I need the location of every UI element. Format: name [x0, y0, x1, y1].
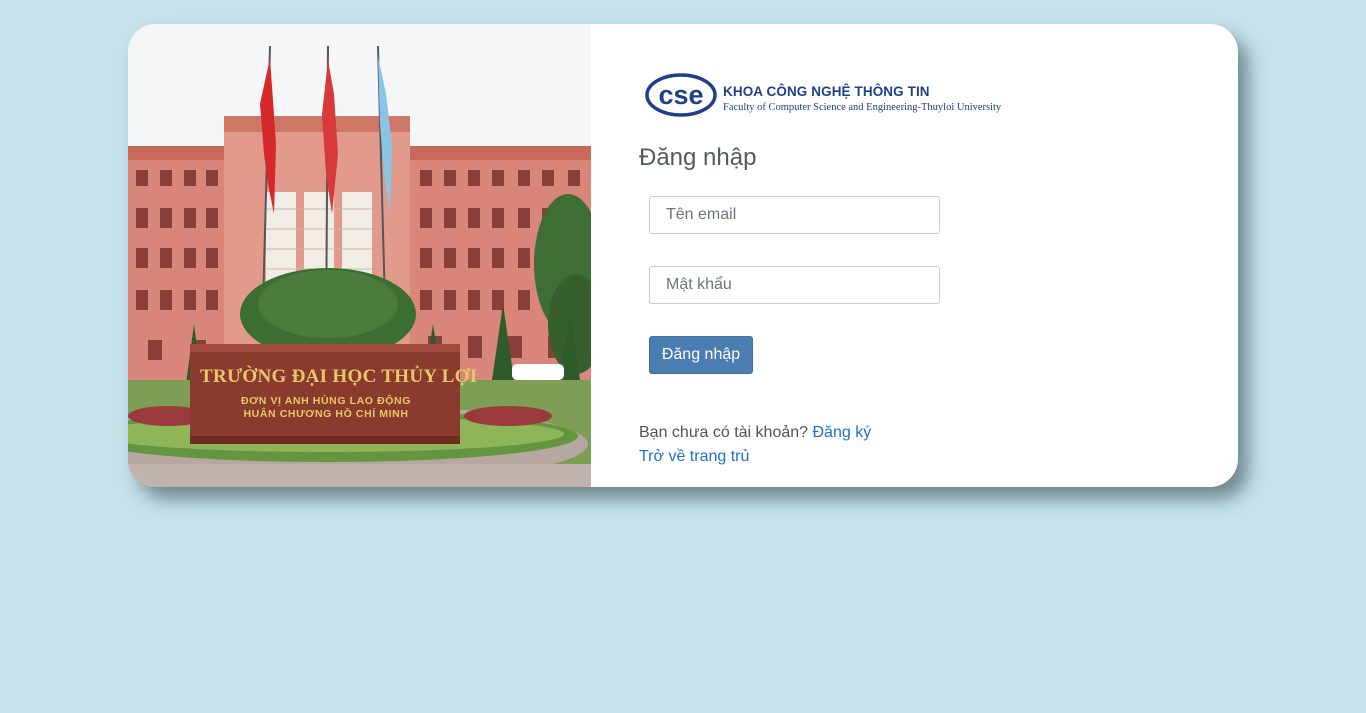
faculty-title: KHOA CÔNG NGHỆ THÔNG TIN	[723, 84, 930, 99]
login-panel: cse KHOA CÔNG NGHỆ THÔNG TIN Faculty of …	[639, 24, 1199, 487]
logo-mark-text: cse	[658, 80, 703, 110]
email-input[interactable]	[649, 196, 940, 234]
sign-line-2: HUÂN CHƯƠNG HỒ CHÍ MINH	[243, 408, 409, 420]
home-link-row: Trở về trang trủ	[639, 448, 749, 466]
login-button[interactable]: Đăng nhập	[649, 336, 753, 374]
sign-title: TRƯỜNG ĐẠI HỌC THỦY LỢI	[200, 366, 478, 387]
cse-logo-icon: cse	[645, 73, 717, 117]
no-account-text: Bạn chưa có tài khoản?	[639, 424, 809, 441]
sign-line-1: ĐƠN VỊ ANH HÙNG LAO ĐỘNG	[241, 395, 411, 407]
password-input[interactable]	[649, 266, 940, 304]
campus-photo: TRƯỜNG ĐẠI HỌC THỦY LỢI ĐƠN VỊ ANH HÙNG …	[128, 24, 591, 487]
faculty-subtitle: Faculty of Computer Science and Engineer…	[723, 102, 1002, 113]
faculty-logo: cse KHOA CÔNG NGHỆ THÔNG TIN Faculty of …	[645, 71, 1015, 121]
signup-link[interactable]: Đăng ký	[813, 424, 872, 441]
signup-prompt: Bạn chưa có tài khoản? Đăng ký	[639, 424, 871, 442]
login-heading: Đăng nhập	[639, 144, 757, 171]
back-home-link[interactable]: Trở về trang trủ	[639, 448, 749, 465]
login-card: TRƯỜNG ĐẠI HỌC THỦY LỢI ĐƠN VỊ ANH HÙNG …	[128, 24, 1238, 487]
